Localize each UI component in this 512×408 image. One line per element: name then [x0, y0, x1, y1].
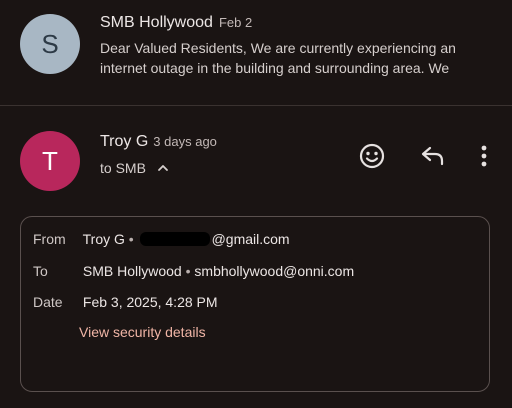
reply-icon	[421, 146, 444, 166]
reply-button[interactable]	[417, 140, 449, 172]
redacted-block	[139, 232, 210, 246]
chevron-up-icon	[158, 165, 168, 171]
emoji-icon	[359, 143, 385, 169]
thread-item-header[interactable]: SMB Hollywood Feb 2	[100, 14, 252, 32]
message-time: 3 days ago	[153, 134, 217, 149]
to-label: To	[33, 263, 48, 279]
divider	[0, 105, 512, 106]
emoji-reaction-button[interactable]	[356, 140, 388, 172]
more-vert-icon	[481, 145, 487, 167]
from-row: From Troy G • @gmail.com	[33, 231, 290, 247]
message-details-card: From Troy G • @gmail.com To SMB Hollywoo…	[20, 216, 490, 392]
from-name: Troy G	[82, 231, 125, 247]
date-value: Feb 3, 2025, 4:28 PM	[82, 294, 218, 310]
from-email[interactable]: @gmail.com	[212, 231, 290, 247]
message-date: Feb 2	[218, 15, 253, 30]
avatar[interactable]: S	[20, 14, 80, 74]
view-security-details-link[interactable]: View security details	[79, 324, 206, 340]
avatar[interactable]: T	[20, 131, 80, 191]
separator-dot: •	[185, 263, 191, 279]
recipients-toggle[interactable]: to SMB	[100, 160, 170, 176]
more-options-button[interactable]	[470, 140, 498, 172]
date-row: Date Feb 3, 2025, 4:28 PM	[33, 294, 218, 310]
message-preview[interactable]: Dear Valued Residents, We are currently …	[100, 38, 492, 78]
sender-name: Troy G	[100, 133, 149, 150]
avatar-letter: T	[42, 145, 58, 176]
avatar-letter: S	[41, 28, 59, 59]
to-name: SMB Hollywood	[82, 263, 182, 279]
sender-name: SMB Hollywood	[100, 14, 213, 31]
date-label: Date	[33, 294, 63, 310]
separator-dot: •	[128, 231, 134, 247]
recipients-label: to SMB	[100, 160, 146, 176]
to-email[interactable]: smbhollywood@onni.com	[194, 263, 354, 279]
message-header: Troy G 3 days ago	[100, 133, 217, 151]
to-row: To SMB Hollywood • smbhollywood@onni.com	[33, 263, 354, 279]
from-label: From	[33, 231, 66, 247]
